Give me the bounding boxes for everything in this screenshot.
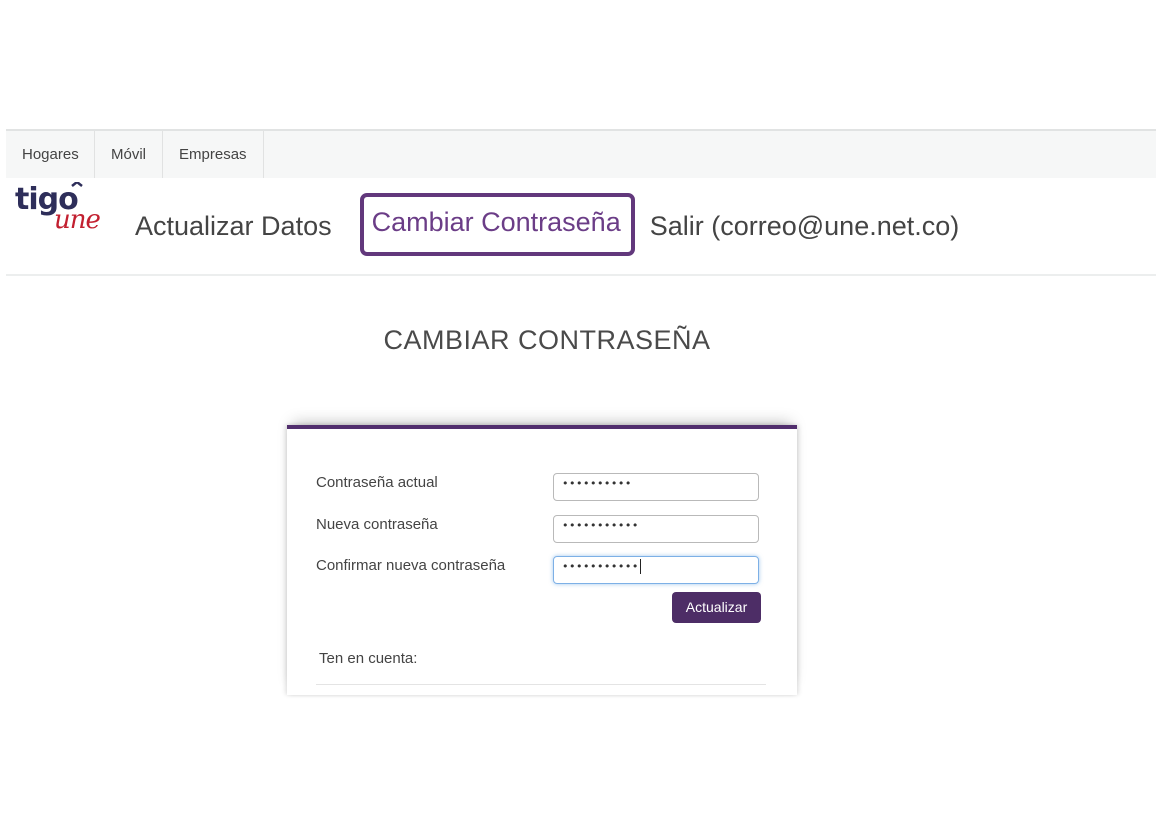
- form-row-new: Nueva contraseña •••••••••••: [316, 515, 762, 546]
- page-title: CAMBIAR CONTRASEÑA: [383, 325, 711, 355]
- top-nav-bar: Hogares Móvil Empresas: [6, 129, 1156, 178]
- confirm-password-input[interactable]: •••••••••••: [553, 556, 759, 584]
- tigo-une-logo[interactable]: tigo une: [14, 182, 118, 232]
- new-password-input[interactable]: •••••••••••: [553, 515, 759, 543]
- tab-movil[interactable]: Móvil: [95, 131, 164, 178]
- note-heading: Ten en cuenta:: [319, 650, 418, 667]
- logo-text-une: une: [54, 205, 100, 232]
- nav-cambiar-contrasena[interactable]: Cambiar Contraseña: [359, 193, 635, 256]
- nav-actualizar-datos[interactable]: Actualizar Datos: [135, 211, 332, 242]
- page: Hogares Móvil Empresas tigo une Actualiz…: [6, 129, 1156, 695]
- current-password-input[interactable]: ••••••••••: [553, 473, 759, 501]
- current-password-label: Contraseña actual: [316, 474, 438, 491]
- new-password-label: Nueva contraseña: [316, 516, 438, 533]
- divider: [316, 684, 766, 685]
- actualizar-button[interactable]: Actualizar: [672, 592, 761, 623]
- site-header: tigo une Actualizar Datos Cambiar Contra…: [6, 178, 1156, 276]
- tab-empresas[interactable]: Empresas: [163, 131, 264, 178]
- confirm-password-label: Confirmar nueva contraseña: [316, 557, 506, 574]
- form-row-confirm: Confirmar nueva contraseña •••••••••••: [316, 556, 762, 587]
- confirm-password-value: •••••••••••: [562, 560, 639, 573]
- change-password-form: Contraseña actual •••••••••• Nueva contr…: [287, 425, 797, 695]
- tab-hogares[interactable]: Hogares: [6, 131, 95, 178]
- text-caret: [639, 558, 641, 574]
- main-nav: Actualizar Datos Cambiar Contraseña Sali…: [135, 193, 960, 256]
- form-row-current: Contraseña actual ••••••••••: [316, 473, 762, 504]
- nav-salir[interactable]: Salir (correo@une.net.co): [650, 211, 960, 242]
